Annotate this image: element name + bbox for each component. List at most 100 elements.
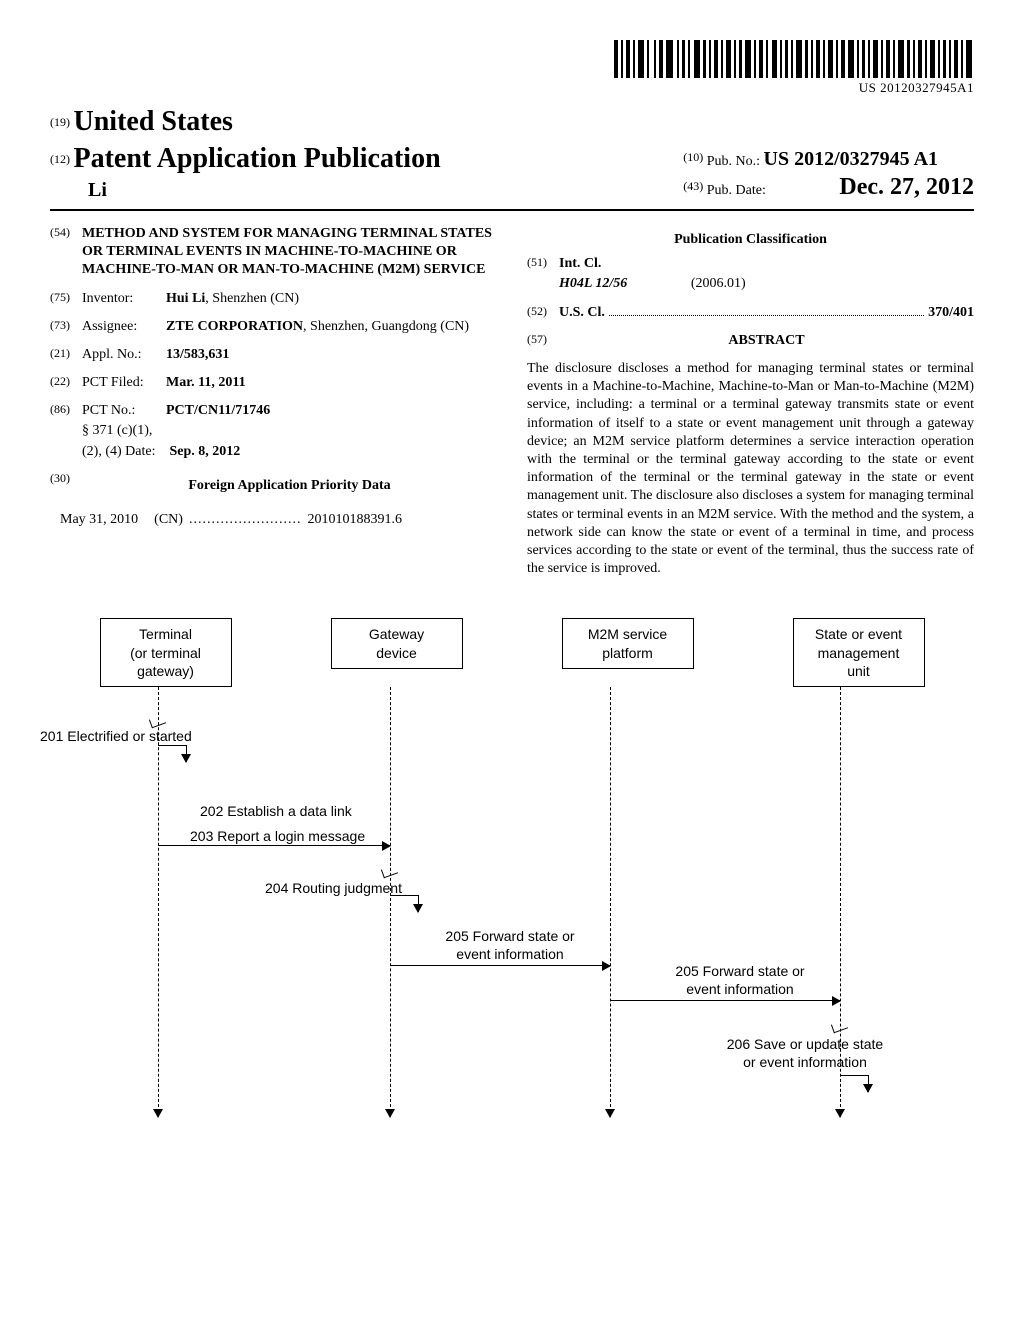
assignee-name: ZTE CORPORATION [166,319,303,334]
intcl-label: Int. Cl. [559,256,601,271]
appl-number: 13/583,631 [166,347,229,362]
code-51: (51) [527,255,559,273]
assignee-location: , Shenzhen, Guangdong (CN) [303,319,469,334]
diagram-box-m2m-l2: platform [573,644,683,662]
uscl-dots [609,304,924,316]
pubclass-header: Publication Classification [527,231,974,249]
invention-title: METHOD AND SYSTEM FOR MANAGING TERMINAL … [82,225,497,280]
foreign-dots: ......................... [189,511,302,529]
step-203: 203 Report a login message [190,827,365,845]
tick-206 [831,1020,848,1034]
intcl-code: H04L 12/56 [559,276,627,291]
diagram-box-terminal: Terminal (or terminal gateway) [100,618,232,687]
diagram-box-stateunit-l2: management [804,644,914,662]
pct-filed-label: PCT Filed: [82,374,166,392]
code-21: (21) [50,346,82,364]
assignee-label: Assignee: [82,318,166,336]
pct-filed-date: Mar. 11, 2011 [166,375,246,390]
header-rule [50,209,974,211]
uscl-value: 370/401 [928,304,974,322]
lifeline-end-stateunit [835,1109,845,1118]
step-204: 204 Routing judgment [265,879,402,897]
diagram-box-m2m-l1: M2M service [573,625,683,643]
step-205b-l2: event information [686,981,793,997]
s371-line1: § 371 (c)(1), [82,422,166,440]
step-205b: 205 Forward state or event information [640,962,840,998]
arrow-204 [390,895,419,912]
code-73: (73) [50,318,82,336]
s371-line2: (2), (4) Date: [82,443,155,461]
pubno-value: US 2012/0327945 A1 [764,148,938,170]
left-column: (54) METHOD AND SYSTEM FOR MANAGING TERM… [50,225,497,578]
diagram-box-terminal-l2: (or terminal [111,644,221,662]
code-43: (43) [683,179,703,193]
appl-label: Appl. No.: [82,346,166,364]
pubdate-label: Pub. Date: [707,183,766,198]
arrow-205b [610,1000,840,1001]
barcode-number: US 20120327945A1 [614,80,974,97]
inventor-name: Hui Li [166,291,205,306]
inventor-location: , Shenzhen (CN) [205,291,299,306]
foreign-appnum: 201010188391.6 [307,511,402,529]
barcode-graphic: US 20120327945A1 [614,40,974,97]
pubno-label: Pub. No.: [707,154,760,169]
foreign-country: (CN) [154,511,183,529]
step-205b-l1: 205 Forward state or [675,963,804,979]
step-202: 202 Establish a data link [200,802,352,820]
barcode-block: US 20120327945A1 [50,40,974,98]
country: United States [74,106,233,137]
code-19: (19) [50,115,70,129]
inventor-label: Inventor: [82,290,166,308]
step-206: 206 Save or update state or event inform… [680,1035,930,1071]
abstract-label: ABSTRACT [559,332,974,350]
step-205a-l1: 205 Forward state or [445,928,574,944]
header: (19) United States (12) Patent Applicati… [50,104,974,203]
step-206-l1: 206 Save or update state [727,1036,883,1052]
publication-type: Patent Application Publication [74,143,441,174]
diagram-box-stateunit-l3: unit [804,662,914,680]
pct-number: PCT/CN11/71746 [166,403,270,418]
diagram-box-terminal-l1: Terminal [111,625,221,643]
diagram-box-stateunit-l1: State or event [804,625,914,643]
arrow-203 [158,845,390,846]
code-12: (12) [50,152,70,166]
arrow-206 [840,1075,869,1092]
s371-date: Sep. 8, 2012 [169,444,240,459]
code-22: (22) [50,374,82,392]
diagram-box-stateunit: State or event management unit [793,618,925,687]
diagram-box-gateway: Gateway device [331,618,463,668]
code-30: (30) [50,471,82,501]
arrow-201 [158,745,187,762]
step-201: 201 Electrified or started [40,727,192,745]
pubdate-value: Dec. 27, 2012 [839,174,974,200]
diagram-box-gateway-l2: device [342,644,452,662]
step-205a: 205 Forward state or event information [420,927,600,963]
uscl-label: U.S. Cl. [559,304,605,322]
step-206-l2: or event information [743,1054,867,1070]
code-10: (10) [683,150,703,164]
step-205a-l2: event information [456,946,563,962]
lifeline-end-terminal [153,1109,163,1118]
arrow-205a [390,965,610,966]
figure-sequence-diagram: Terminal (or terminal gateway) Gateway d… [50,618,974,1117]
lifeline-end-m2m [605,1109,615,1118]
pct-no-label: PCT No.: [82,402,166,420]
right-column: Publication Classification (51) Int. Cl.… [527,225,974,578]
diagram-box-m2m: M2M service platform [562,618,694,668]
lifeline-end-gateway [385,1109,395,1118]
biblio-columns: (54) METHOD AND SYSTEM FOR MANAGING TERM… [50,225,974,578]
code-54: (54) [50,225,82,280]
tick-204 [381,865,398,879]
lifeline-m2m [610,687,611,1117]
diagram-box-terminal-l3: gateway) [111,662,221,680]
intcl-year: (2006.01) [691,276,746,291]
foreign-priority-header: Foreign Application Priority Data [82,477,497,495]
code-86: (86) [50,402,82,420]
author-surname: Li [88,177,441,203]
code-57: (57) [527,332,559,350]
diagram-box-gateway-l1: Gateway [342,625,452,643]
code-75: (75) [50,290,82,308]
foreign-date: May 31, 2010 [60,511,138,529]
code-52: (52) [527,304,559,322]
abstract-text: The disclosure discloses a method for ma… [527,360,974,578]
